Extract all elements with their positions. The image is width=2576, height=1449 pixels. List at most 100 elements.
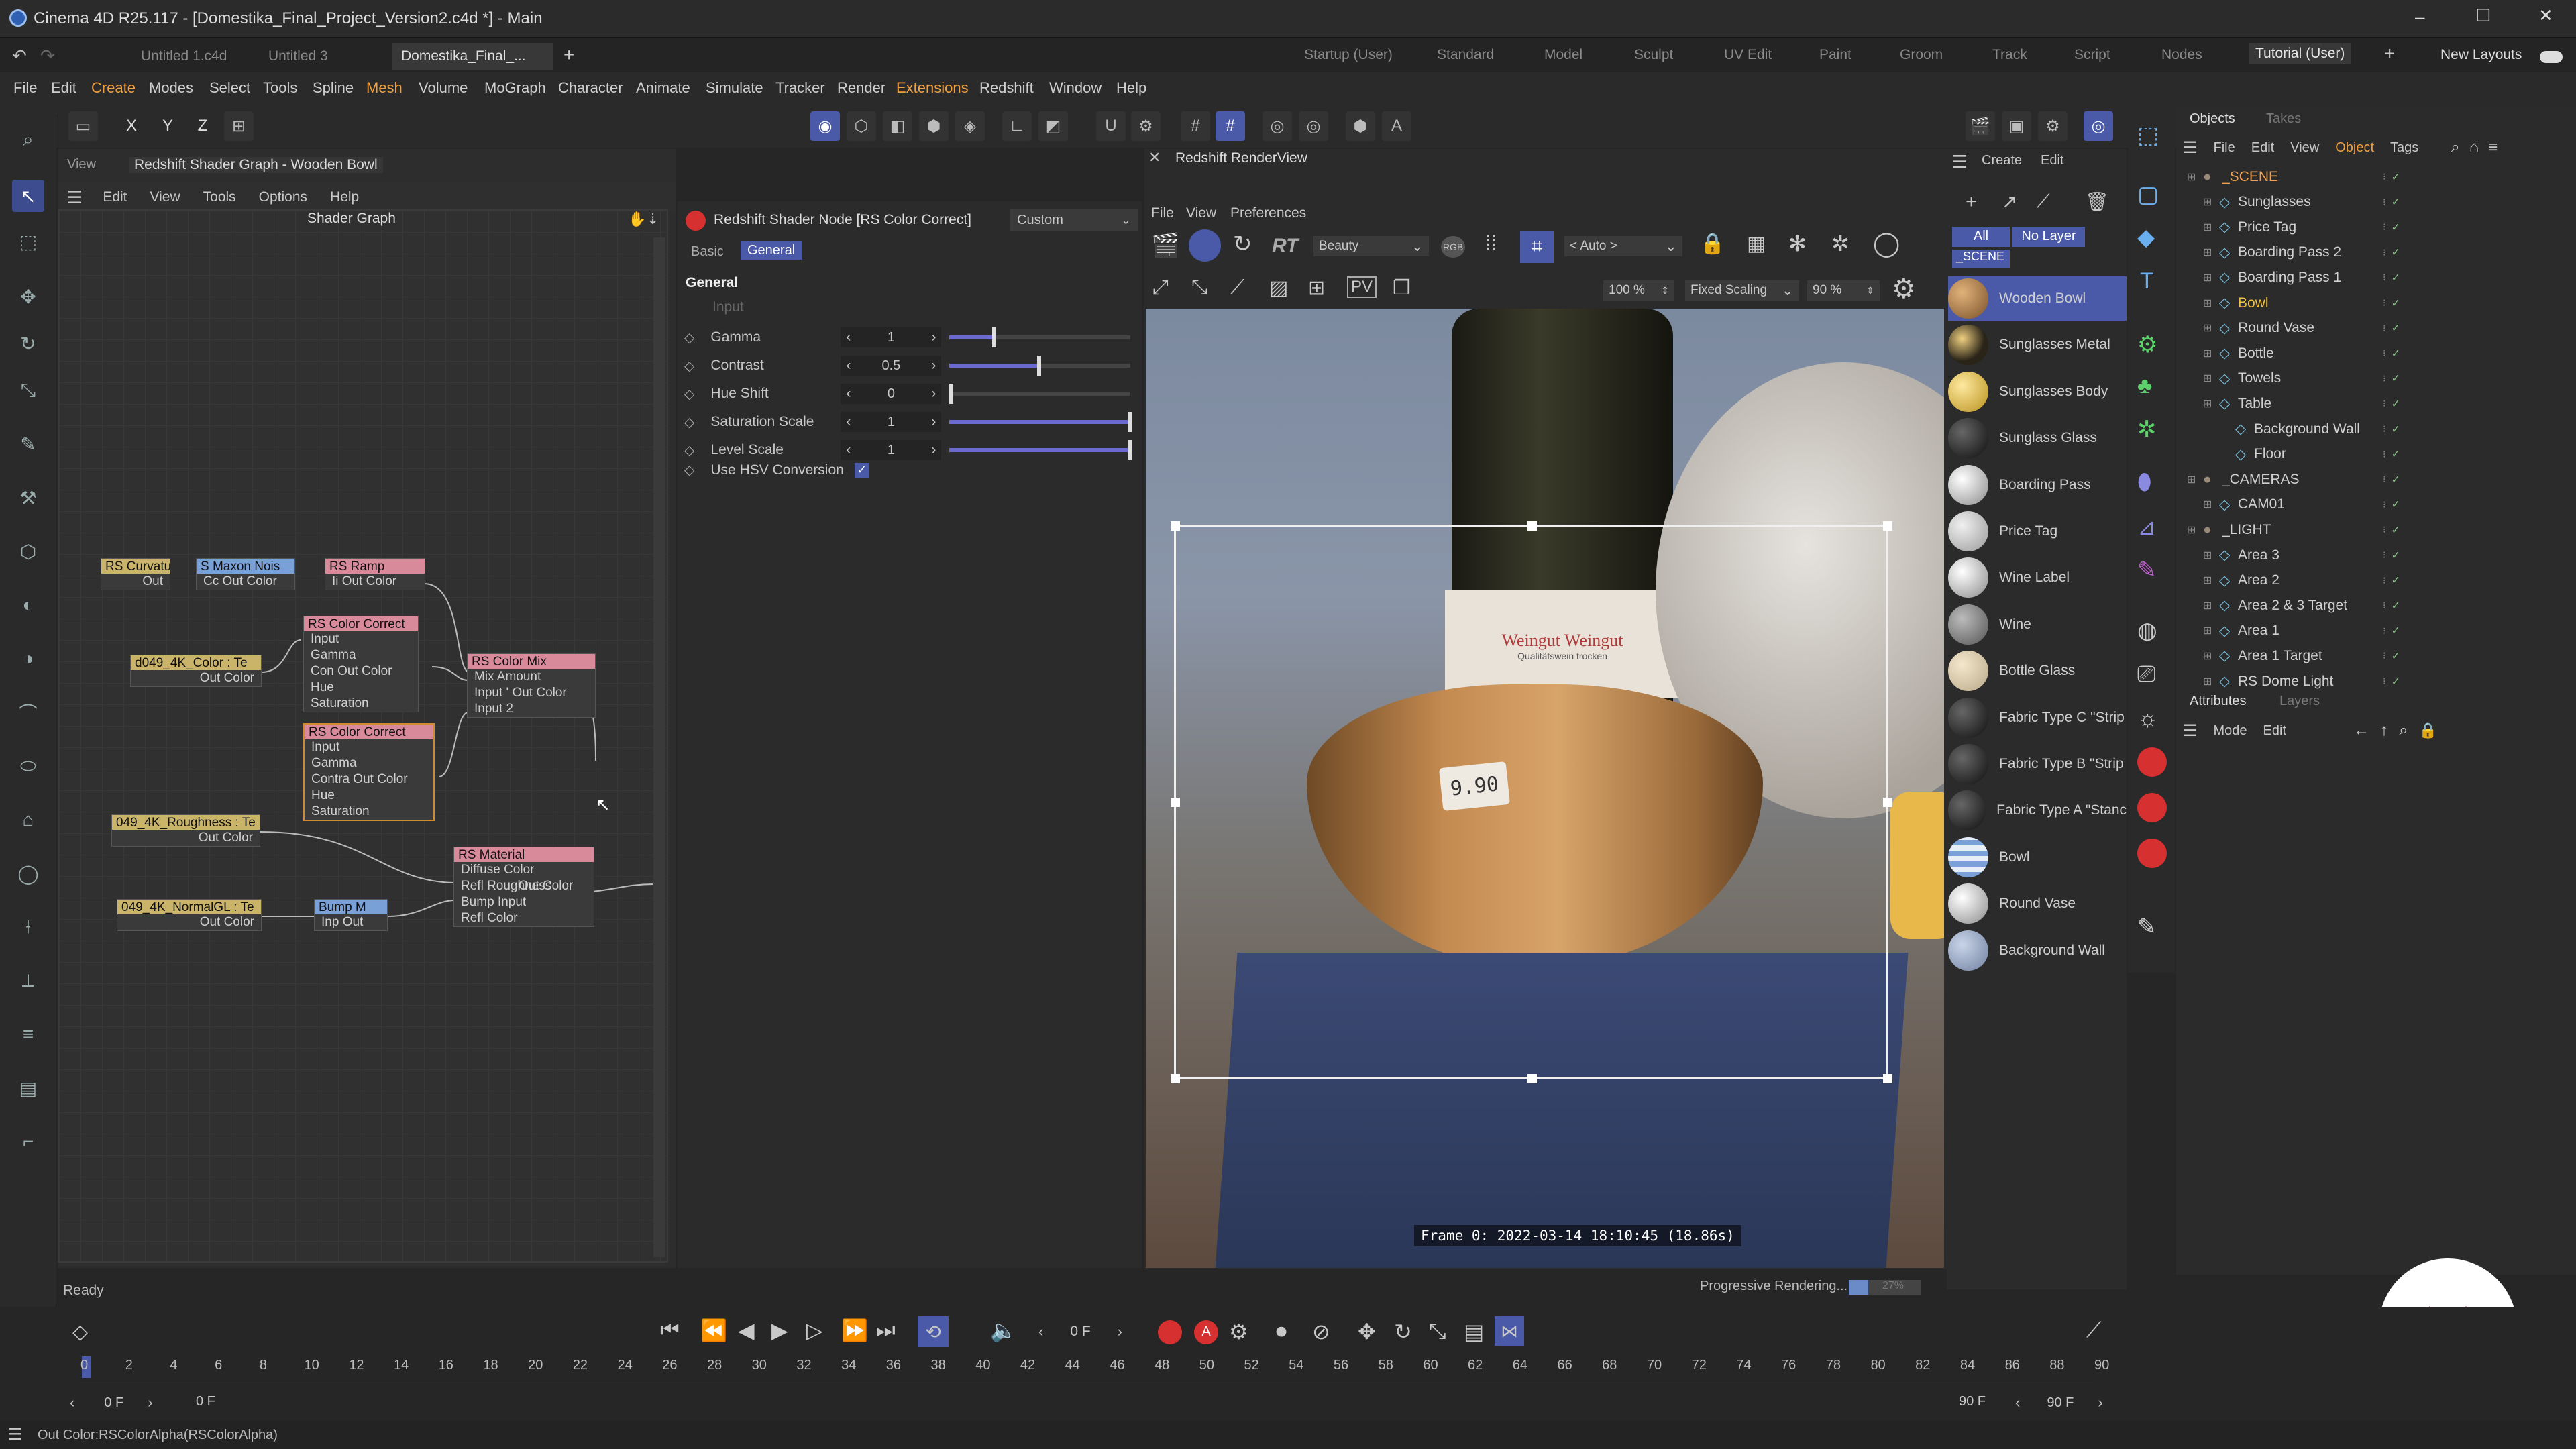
pv-icon[interactable]: PV	[1347, 276, 1377, 298]
position-key-icon[interactable]: ✥	[1358, 1319, 1376, 1344]
grid-icon[interactable]: ▦	[1747, 232, 1766, 256]
render-active-icon[interactable]: ▣	[2002, 111, 2031, 141]
filter-no-layer[interactable]: No Layer	[2012, 227, 2085, 247]
rv-menu-preferences[interactable]: Preferences	[1230, 205, 1306, 221]
search-icon[interactable]: ⌕	[2399, 721, 2408, 740]
visibility-dots-icon[interactable]: ⁝	[2383, 600, 2385, 611]
node-port[interactable]: Cc Out Color	[197, 574, 294, 590]
prev-key-icon[interactable]: ⏪	[700, 1318, 727, 1343]
menu-mograph[interactable]: MoGraph	[484, 79, 546, 97]
param-slider-handle[interactable]	[949, 384, 954, 404]
chevron-right-icon[interactable]: ›	[931, 414, 936, 430]
visibility-dots-icon[interactable]: ⁝	[2383, 423, 2385, 435]
expand-icon[interactable]: ⊞	[2187, 473, 2199, 486]
move-tool-icon[interactable]: ✥	[12, 280, 44, 313]
layout-tutorial[interactable]: Tutorial (User)	[2249, 43, 2352, 64]
node-port[interactable]: Con Out Color	[304, 663, 418, 680]
tab-objects[interactable]: Objects	[2190, 111, 2235, 127]
rv-menu-file[interactable]: File	[1151, 205, 1174, 221]
lock-icon[interactable]: 🔒	[2418, 722, 2436, 739]
chevron-left-icon[interactable]: ‹	[846, 414, 851, 430]
layout-uv-edit[interactable]: UV Edit	[1724, 47, 1772, 63]
rotate-tool-icon[interactable]: ↻	[12, 327, 44, 360]
expand-icon[interactable]: ⊞	[2203, 599, 2215, 612]
rs-object-icon[interactable]	[2137, 839, 2167, 868]
node-port[interactable]: Input 2	[468, 701, 595, 717]
sg-menu-view[interactable]: View	[150, 189, 180, 205]
param-value-field[interactable]: ‹ 0 ›	[841, 384, 942, 404]
annotation-icon[interactable]: ⌐	[12, 1126, 44, 1158]
node-port[interactable]: Diffuse Color	[454, 862, 594, 878]
cloner-icon[interactable]: ♣	[2137, 373, 2152, 399]
rs-camera-icon[interactable]	[2137, 793, 2167, 822]
visibility-dots-icon[interactable]: ⁝	[2383, 272, 2385, 283]
new-layouts-button[interactable]: New Layouts	[2440, 47, 2522, 63]
deformer-icon[interactable]: ⌂	[12, 804, 44, 836]
redo-icon[interactable]: ↷	[40, 46, 55, 66]
check-icon[interactable]: ✓	[2391, 549, 2400, 562]
visibility-dots-icon[interactable]: ⁝	[2383, 625, 2385, 637]
menu-modes[interactable]: Modes	[149, 79, 193, 97]
axis-lock-icon[interactable]: A	[1382, 111, 1411, 141]
next-frame-icon[interactable]: ▷	[806, 1318, 823, 1343]
keyframe-icon[interactable]: ◇	[684, 329, 694, 346]
node-port[interactable]: Inp Out	[315, 914, 387, 930]
param-slider[interactable]	[949, 384, 1131, 404]
visibility-dots-icon[interactable]: ⁝	[2383, 549, 2385, 561]
key-settings-icon[interactable]: ⚙	[1229, 1319, 1248, 1344]
layout-paint[interactable]: Paint	[1819, 47, 1851, 63]
preset-dropdown[interactable]: Custom ⌄	[1010, 209, 1138, 231]
expand-icon[interactable]: ⊞	[2203, 246, 2215, 259]
current-frame-field[interactable]: ‹ 0 F ›	[1038, 1319, 1139, 1344]
material-item[interactable]: Bottle Glass	[1948, 649, 2127, 693]
param-slider-handle[interactable]	[1128, 412, 1132, 432]
region-handle[interactable]	[1883, 1074, 1892, 1083]
check-icon[interactable]: ✓	[2391, 321, 2400, 335]
object-row[interactable]: ⊞ ● _CAMERAS ⁝ ✓	[2180, 467, 2576, 492]
chevron-right-icon[interactable]: ›	[1118, 1323, 1122, 1340]
axis-z-button[interactable]: Z	[188, 111, 217, 141]
add-layout-icon[interactable]: +	[2384, 43, 2395, 64]
menu-help[interactable]: Help	[1116, 79, 1146, 97]
knife-icon[interactable]: ⚒	[12, 482, 44, 514]
loop-icon[interactable]: ⟲	[918, 1316, 949, 1347]
up-arrow-icon[interactable]: ↑	[2380, 721, 2388, 740]
visibility-dots-icon[interactable]: ⁝	[2383, 297, 2385, 309]
expand-icon[interactable]: ⊞	[2187, 523, 2199, 537]
obj-menu-tags[interactable]: Tags	[2390, 140, 2418, 156]
workplane-icon[interactable]: ◎	[1263, 111, 1292, 141]
check-icon[interactable]: ✓	[2391, 271, 2400, 284]
expand-icon[interactable]: ⊞	[2203, 397, 2215, 411]
shader-graph-canvas[interactable]: Shader Graph ✋ ⇣ RS Curvatu Out S Maxon …	[58, 209, 668, 1263]
expand-icon[interactable]: ⊞	[2203, 347, 2215, 360]
material-item[interactable]: Round Vase	[1948, 881, 2127, 926]
hamburger-icon[interactable]: ☰	[2183, 138, 2198, 158]
generator-icon[interactable]: ⚙	[2137, 331, 2157, 358]
render-settings-icon[interactable]: ⚙	[2038, 111, 2068, 141]
mat-menu-edit[interactable]: Edit	[2041, 153, 2063, 168]
menu-simulate[interactable]: Simulate	[706, 79, 763, 97]
param-slider[interactable]	[949, 412, 1132, 432]
doc-tab-untitled-1[interactable]: Untitled 1.c4d	[131, 43, 236, 70]
menu-tools[interactable]: Tools	[263, 79, 297, 97]
node-maxon-noise[interactable]: S Maxon Nois Cc Out Color	[196, 558, 295, 590]
rgb-toggle[interactable]: RGB	[1441, 236, 1465, 258]
node-port[interactable]: Input ' Out Color	[468, 685, 595, 701]
node-curvature[interactable]: RS Curvatu Out	[101, 558, 170, 590]
scale-key-icon[interactable]: ⤡	[1429, 1319, 1446, 1344]
chevron-left-icon[interactable]: ‹	[846, 358, 851, 374]
chevron-right-icon[interactable]: ›	[931, 329, 936, 345]
tab-basic[interactable]: Basic	[691, 244, 724, 260]
expand-icon[interactable]: ⊞	[2203, 372, 2215, 385]
visibility-dots-icon[interactable]: ⁝	[2383, 221, 2385, 233]
chevron-right-icon[interactable]: ›	[931, 358, 936, 374]
chevron-right-icon[interactable]: ›	[931, 386, 936, 402]
node-rs-ramp[interactable]: RS Ramp Ii Out Color	[325, 558, 425, 590]
menu-animate[interactable]: Animate	[636, 79, 690, 97]
material-item[interactable]: Sunglass Glass	[1948, 416, 2127, 460]
camera-view-icon[interactable]: ⬚	[2137, 122, 2159, 149]
hamburger-icon[interactable]: ☰	[67, 187, 83, 208]
scaling-dropdown[interactable]: Fixed Scaling ⌄	[1685, 280, 1799, 301]
cube-outline-icon[interactable]: ▢	[2137, 181, 2159, 208]
material-icon[interactable]: ◐	[12, 589, 44, 621]
